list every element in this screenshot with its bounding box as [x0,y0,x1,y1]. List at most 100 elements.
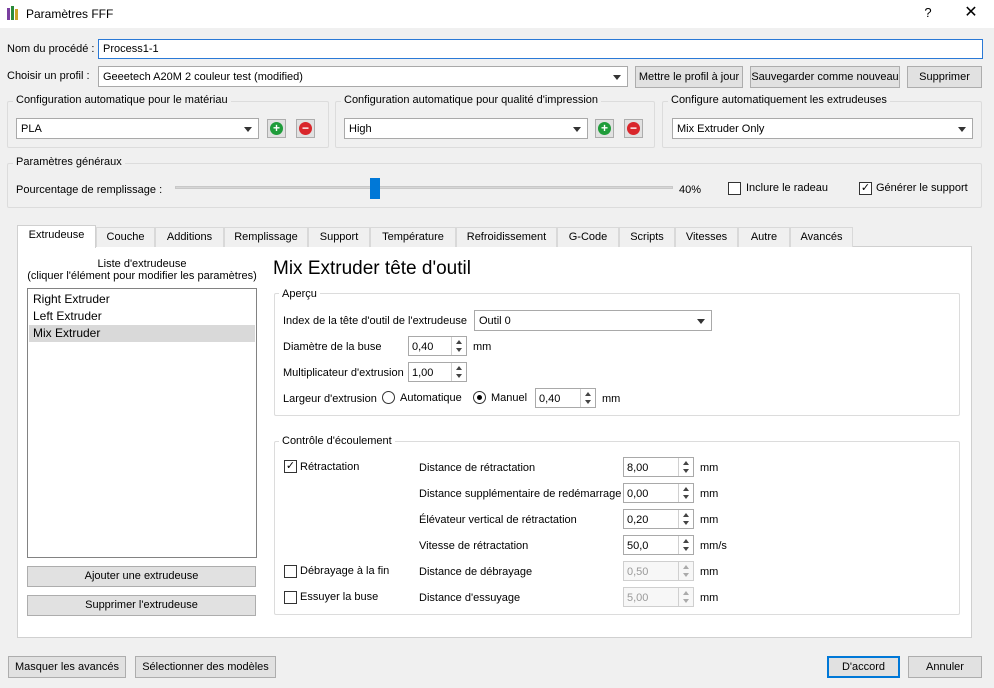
multiplier-value: 1,00 [412,367,434,379]
spin-arrows-icon[interactable] [451,337,466,355]
spin-arrows-icon [678,588,693,606]
overview-title: Aperçu [279,288,320,300]
infill-slider-track[interactable] [175,186,673,189]
wipe-distance-label: Distance d'essuyage [419,592,521,604]
tab-gcode[interactable]: G-Code [557,227,619,247]
chevron-down-icon [613,75,621,80]
ok-button[interactable]: D'accord [827,656,900,678]
spin-arrows-icon[interactable] [678,510,693,528]
chevron-down-icon [244,127,252,132]
update-profile-button[interactable]: Mettre le profil à jour [635,66,743,88]
retraction-speed-unit: mm/s [700,540,727,552]
minus-icon: − [627,122,640,135]
width-unit: mm [602,393,621,405]
checkmark-icon: ✓ [285,460,296,472]
add-material-button[interactable]: + [267,119,286,138]
nozzle-spinbox[interactable]: 0,40 [408,336,467,356]
support-label: Générer le support [876,182,968,194]
profile-label: Choisir un profil : [7,70,90,82]
tab-couche[interactable]: Couche [96,227,155,247]
profile-select[interactable]: Geeetech A20M 2 couleur test (modified) [98,66,628,87]
retraction-distance-unit: mm [700,462,719,474]
spin-arrows-icon[interactable] [678,536,693,554]
wipe-distance-unit: mm [700,592,719,604]
tab-avances[interactable]: Avancés [790,227,853,247]
save-as-new-button[interactable]: Sauvegarder comme nouveau [750,66,900,88]
tab-extrudeuse[interactable]: Extrudeuse [17,225,96,248]
width-auto-label: Automatique [400,392,462,404]
retraction-distance-label: Distance de rétractation [419,462,536,474]
width-value: 0,40 [539,393,561,405]
add-quality-button[interactable]: + [595,119,614,138]
list-item[interactable]: Left Extruder [29,308,255,325]
nozzle-value: 0,40 [412,341,434,353]
close-button[interactable]: ✕ [958,3,984,23]
extruders-config-title: Configure automatiquement les extrudeuse… [668,94,890,106]
coast-distance-value: 0,50 [627,566,649,578]
support-checkbox[interactable]: ✓ [859,182,872,195]
wipe-checkbox[interactable] [284,591,297,604]
vertical-lift-label: Élévateur vertical de rétractation [419,514,577,526]
width-spinbox[interactable]: 0,40 [535,388,596,408]
width-manual-radio[interactable] [473,391,486,404]
spin-arrows-icon[interactable] [451,363,466,381]
coast-label: Débrayage à la fin [300,565,390,577]
remove-extruder-button[interactable]: Supprimer l'extrudeuse [27,595,256,616]
delete-profile-button[interactable]: Supprimer [907,66,982,88]
process-name-label: Nom du procédé : [7,43,95,55]
extra-restart-value: 0,00 [627,488,649,500]
extruder-list[interactable]: Right Extruder Left Extruder Mix Extrude… [27,288,257,558]
nozzle-unit: mm [473,341,492,353]
infill-label: Pourcentage de remplissage : [16,184,163,196]
process-name-input[interactable]: Process1-1 [98,39,983,59]
tab-refroidissement[interactable]: Refroidissement [456,227,557,247]
tab-vitesses[interactable]: Vitesses [675,227,738,247]
spin-arrows-icon[interactable] [678,484,693,502]
tab-temperature[interactable]: Température [370,227,456,247]
quality-select[interactable]: High [344,118,588,139]
help-button[interactable]: ? [917,3,939,23]
material-config-title: Configuration automatique pour le matéri… [13,94,231,106]
quality-config-title: Configuration automatique pour qualité d… [341,94,602,106]
tab-autre[interactable]: Autre [738,227,790,247]
spin-arrows-icon[interactable] [580,389,595,407]
list-item[interactable]: Right Extruder [29,291,255,308]
chevron-down-icon [697,319,705,324]
cancel-button[interactable]: Annuler [908,656,982,678]
infill-slider-handle[interactable] [370,178,380,199]
width-auto-radio[interactable] [382,391,395,404]
tab-remplissage[interactable]: Remplissage [224,227,308,247]
multiplier-spinbox[interactable]: 1,00 [408,362,467,382]
multiplier-label: Multiplicateur d'extrusion [283,367,404,379]
coast-checkbox[interactable] [284,565,297,578]
raft-checkbox[interactable] [728,182,741,195]
material-select[interactable]: PLA [16,118,259,139]
spin-arrows-icon[interactable] [678,458,693,476]
raft-label: Inclure le radeau [746,182,828,194]
detail-heading: Mix Extruder tête d'outil [273,258,471,279]
extra-restart-spinbox[interactable]: 0,00 [623,483,694,503]
wipe-label: Essuyer la buse [300,591,379,603]
vertical-lift-spinbox[interactable]: 0,20 [623,509,694,529]
retraction-checkbox[interactable]: ✓ [284,460,297,473]
retraction-speed-spinbox[interactable]: 50,0 [623,535,694,555]
hide-advanced-button[interactable]: Masquer les avancés [8,656,126,678]
flow-control-title: Contrôle d'écoulement [279,435,395,447]
tab-scripts[interactable]: Scripts [619,227,675,247]
coast-distance-label: Distance de débrayage [419,566,533,578]
extruders-select[interactable]: Mix Extruder Only [672,118,973,139]
remove-quality-button[interactable]: − [624,119,643,138]
retraction-label: Rétractation [300,461,360,473]
title-bar: Paramètres FFF ? ✕ [0,0,994,28]
retraction-distance-spinbox[interactable]: 8,00 [623,457,694,477]
tab-support[interactable]: Support [308,227,370,247]
remove-material-button[interactable]: − [296,119,315,138]
tool-index-select[interactable]: Outil 0 [474,310,712,331]
profile-select-value: Geeetech A20M 2 couleur test (modified) [103,71,303,83]
select-models-button[interactable]: Sélectionner des modèles [135,656,276,678]
list-item-selected[interactable]: Mix Extruder [29,325,255,342]
material-select-value: PLA [21,123,42,135]
plus-icon: + [270,122,283,135]
tab-additions[interactable]: Additions [155,227,224,247]
add-extruder-button[interactable]: Ajouter une extrudeuse [27,566,256,587]
